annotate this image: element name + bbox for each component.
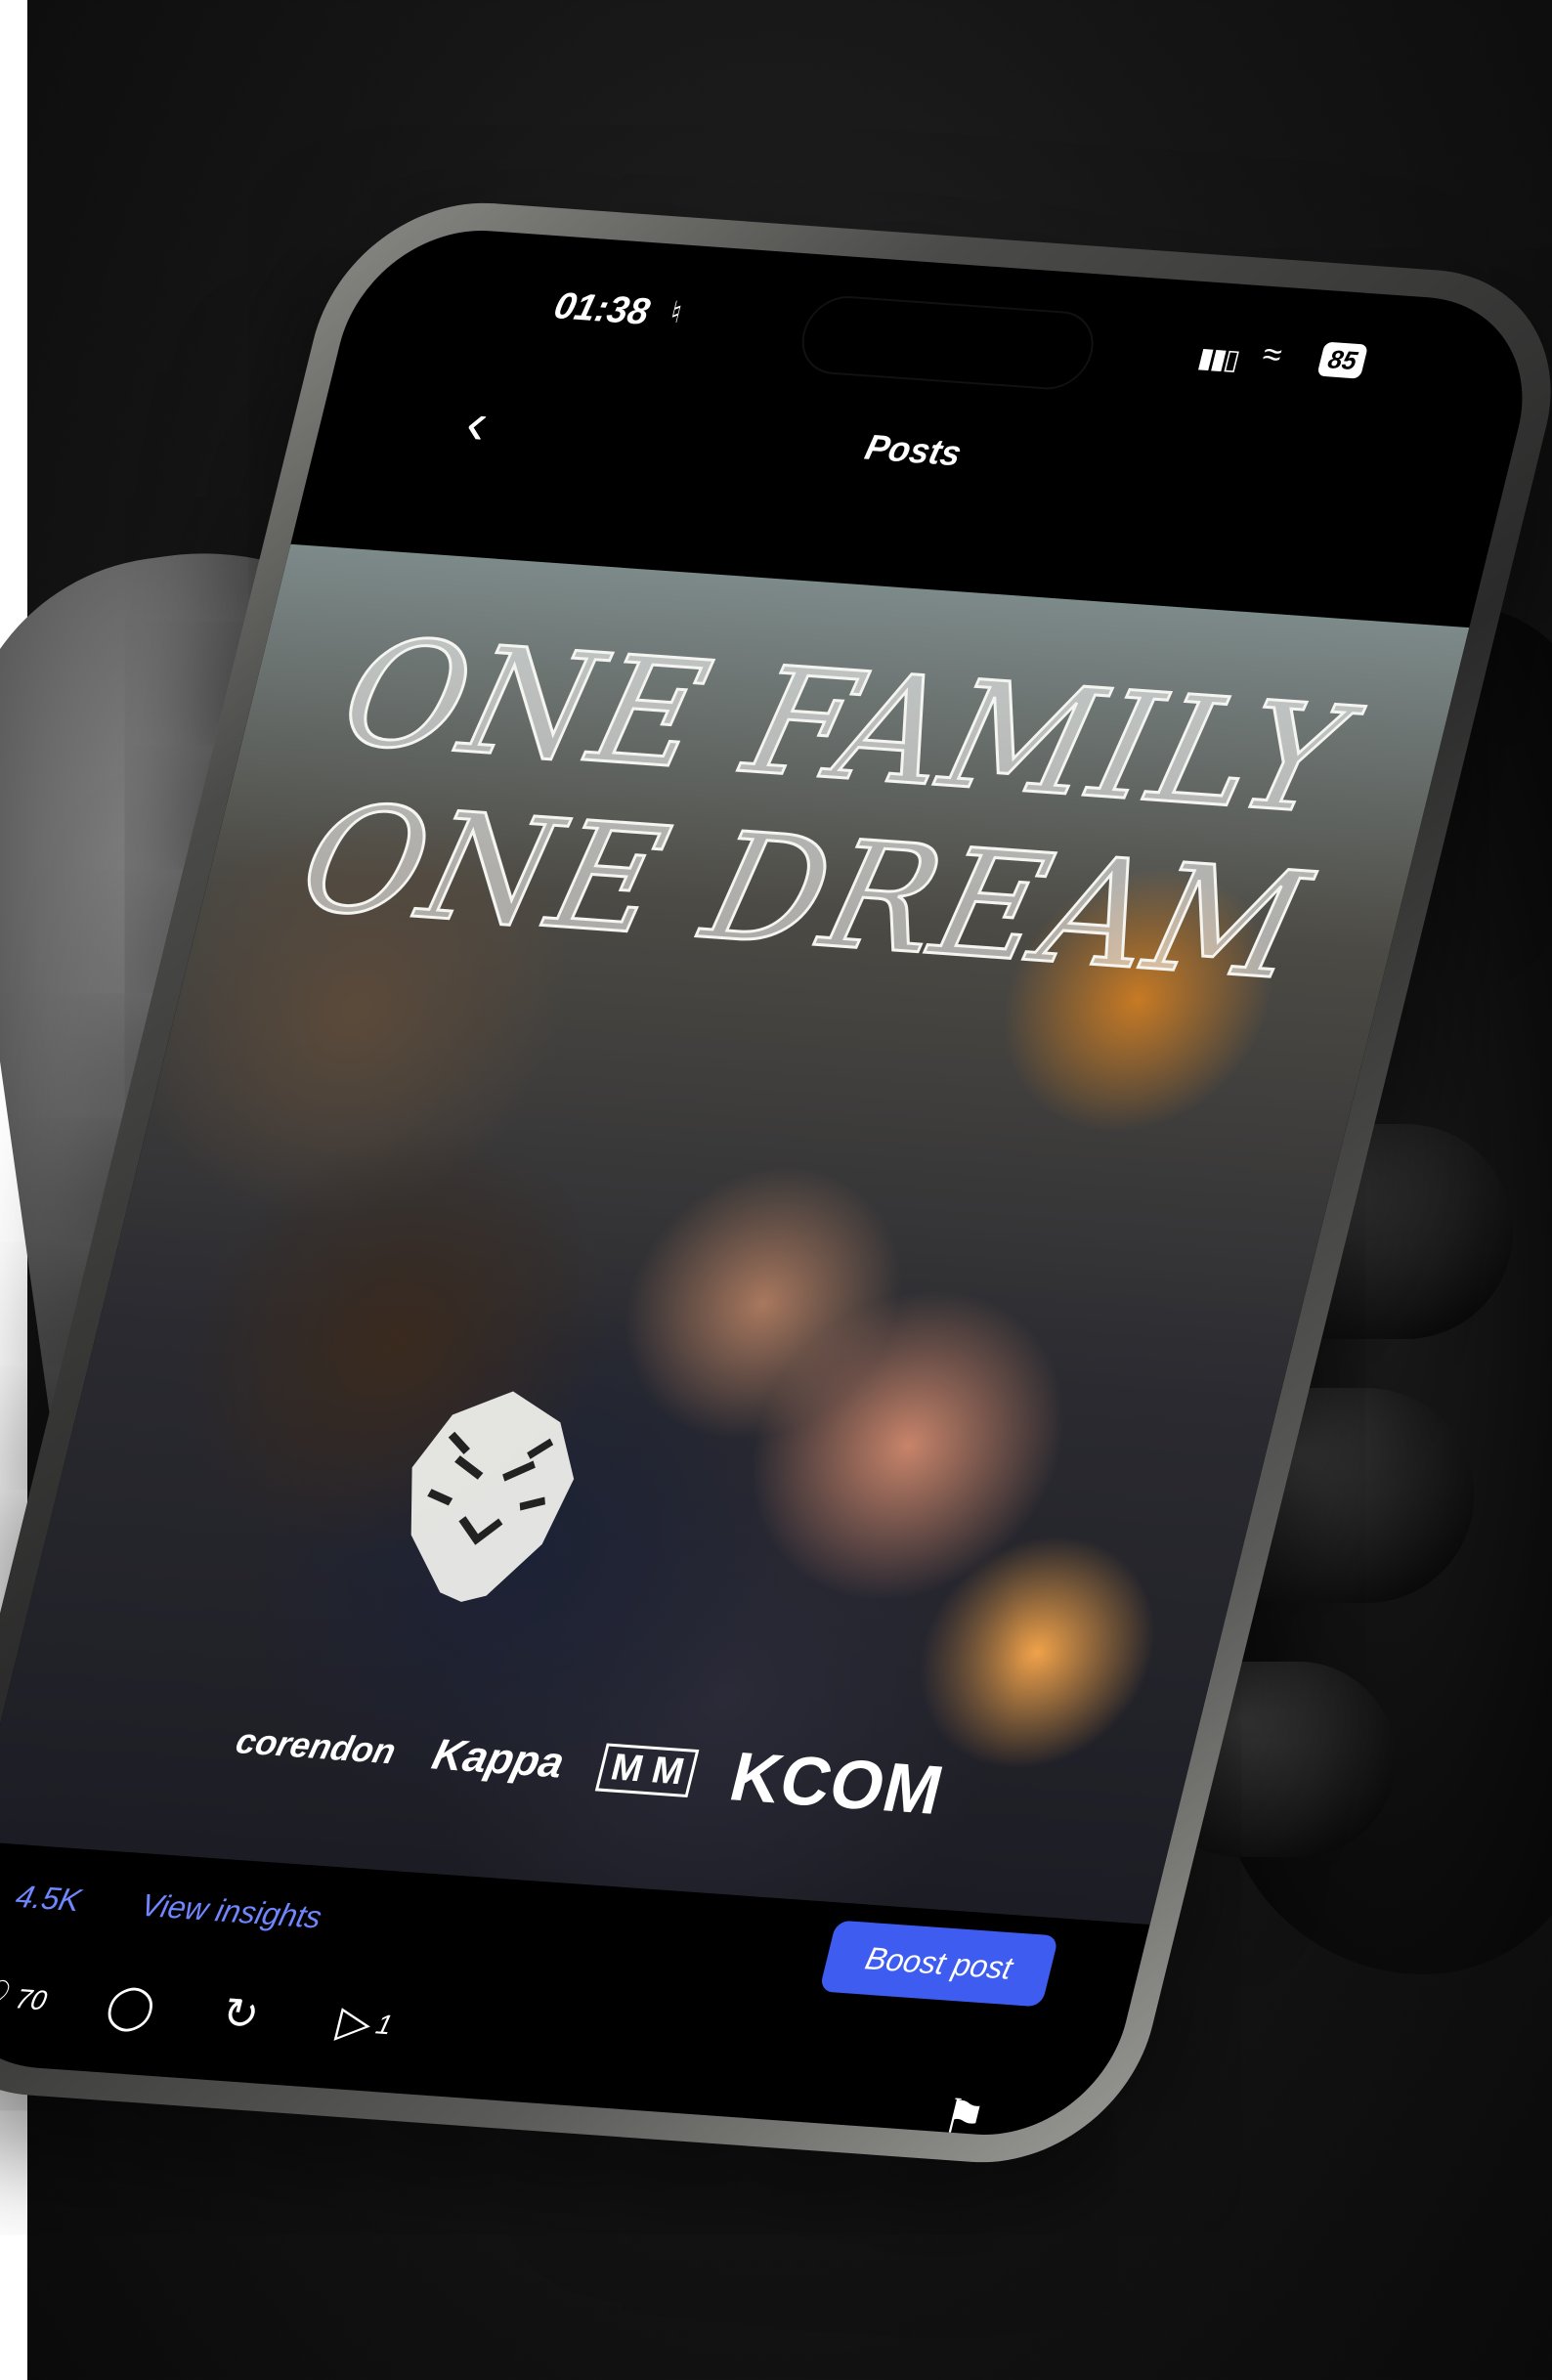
heart-icon: ♡ [0, 1971, 17, 2022]
like-count: 70 [12, 1982, 51, 2015]
share-count: 1 [372, 2008, 396, 2040]
sponsor-mm: M M [595, 1742, 700, 1797]
bell-slash-icon: ♮ [667, 296, 686, 330]
repost-icon[interactable]: ↻ [217, 1988, 265, 2040]
share-action[interactable]: ▷ 1 [332, 1997, 398, 2051]
tiger-logo [410, 1391, 575, 1602]
comment-icon[interactable]: ◯ [102, 1980, 161, 2033]
boost-post-button[interactable]: Boost post [818, 1920, 1059, 2008]
post-headline: ONE FAMILY ONE DREAM [194, 603, 1454, 1018]
like-action[interactable]: ♡ 70 [0, 1970, 53, 2025]
dynamic-island [794, 293, 1102, 393]
sponsor-corendon: corendon [232, 1720, 401, 1772]
sponsor-bar: corendon Kappa M M KCOM [0, 1685, 1188, 1846]
status-time: 01:38 [549, 285, 654, 333]
sponsor-kappa: Kappa [427, 1730, 570, 1788]
wifi-icon: ≈ [1258, 335, 1286, 374]
reach-count: 4.5K [12, 1878, 85, 1919]
send-icon: ▷ [332, 1997, 377, 2048]
battery-indicator: 85 [1316, 341, 1369, 379]
view-insights-link[interactable]: View insights [137, 1887, 325, 1936]
sponsor-kcom: KCOM [722, 1737, 952, 1829]
signal-icon: ▮▮▯ [1194, 341, 1242, 375]
